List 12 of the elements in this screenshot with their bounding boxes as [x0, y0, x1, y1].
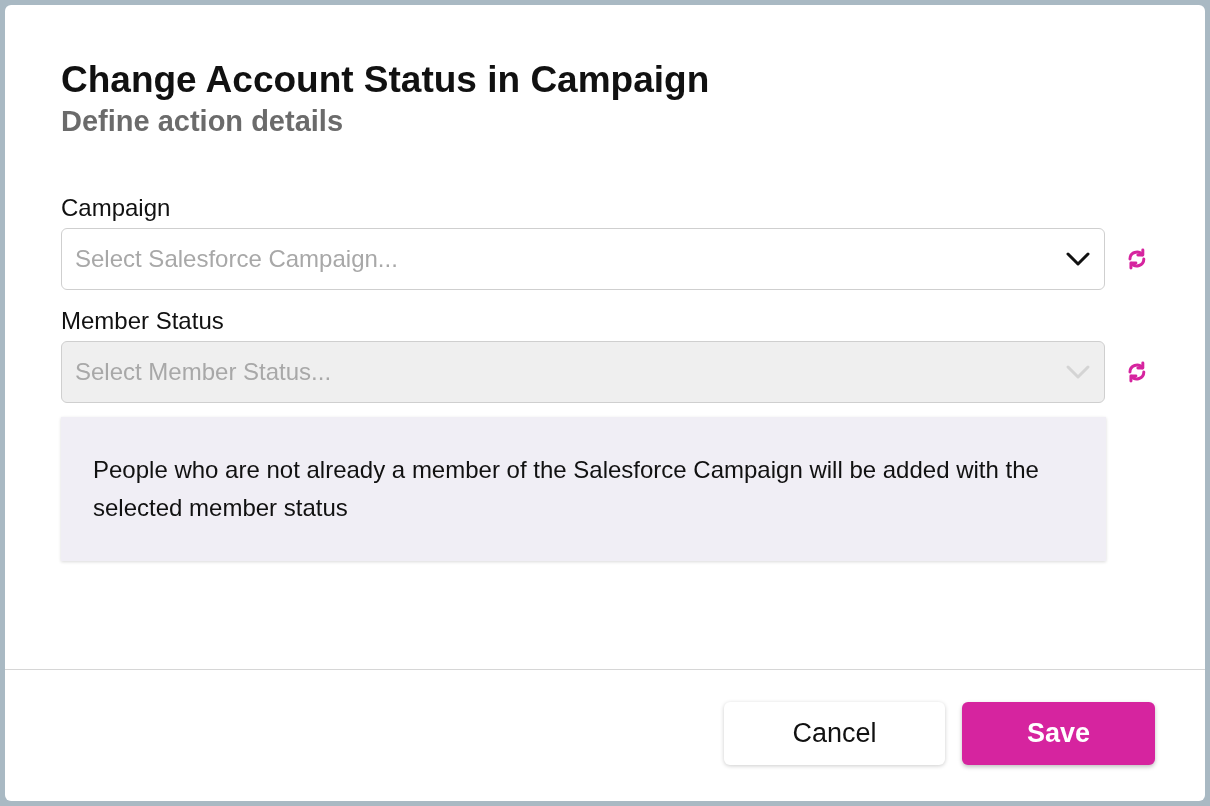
select-field[interactable]: Select Salesforce Campaign...: [61, 228, 1106, 290]
field-label: Campaign: [61, 193, 172, 223]
field-label: Member Status: [61, 306, 225, 336]
chevron-down-icon: [1065, 251, 1092, 267]
save-button[interactable]: Save: [962, 702, 1155, 765]
info-note: People who are not already a member of the Salesforce Campaign will be added with the selected member status: [61, 417, 1106, 561]
field-placeholder: Select Salesforce Campaign...: [75, 244, 398, 274]
dialog-subtitle: Define action details: [61, 104, 344, 139]
chevron-down-icon: [1065, 364, 1092, 380]
dialog-title: Change Account Status in Campaign: [61, 58, 711, 102]
cancel-button[interactable]: Cancel: [724, 702, 945, 765]
field-placeholder: Select Member Status...: [75, 357, 332, 387]
